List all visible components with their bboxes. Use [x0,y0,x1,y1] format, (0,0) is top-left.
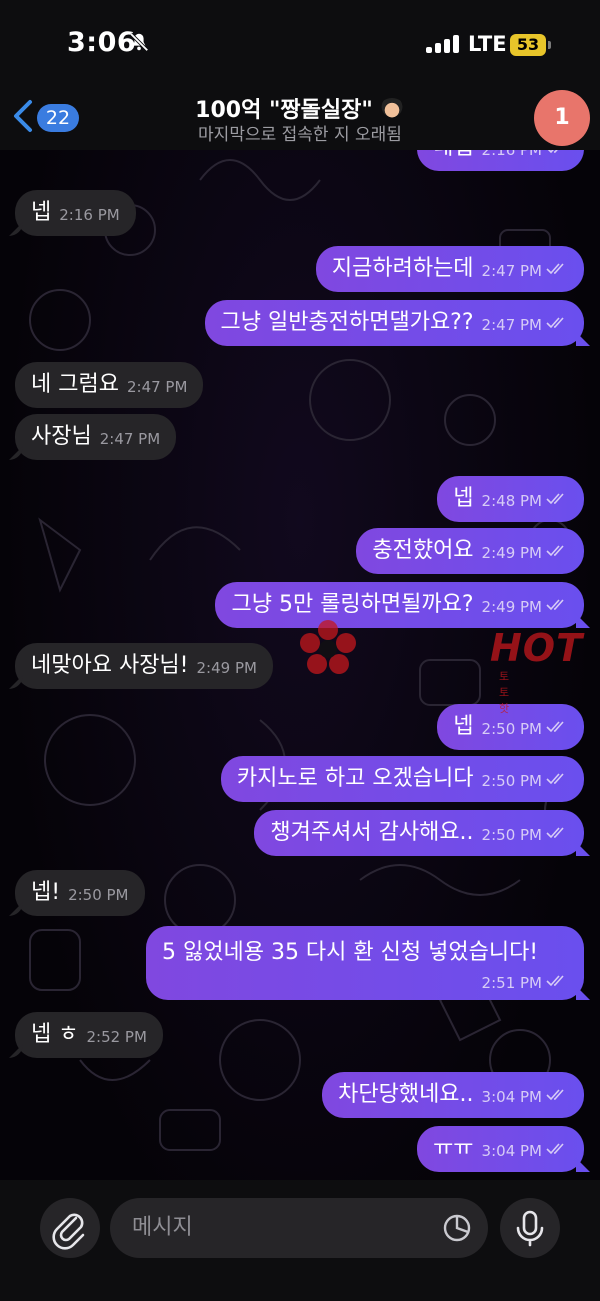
message-text: 충전햤어요 [372,538,474,563]
read-check-icon [547,150,558,154]
mute-icon [129,32,149,52]
message-text: 카지노로 하고 오겠습니다 [236,766,474,791]
read-check-icon [546,975,564,987]
watermark-sub: 토토핫 [499,670,510,715]
message-bubble-outgoing[interactable]: 5 잃었네용 35 다시 환 신청 넣었습니다! 2:51 PM [146,926,584,1000]
message-text: 그냥 일반충전하면댈가요?? [220,310,474,335]
message-bubble-incoming[interactable]: 네맞아요 사장님! 2:49 PM [15,643,273,689]
hot-watermark: HOT 토토핫 [296,616,582,715]
flower-logo-icon [300,620,356,674]
message-text: 넵 [453,714,474,739]
message-time: 2:47 PM [481,316,542,334]
message-bubble-outgoing[interactable]: 카지노로 하고 오겠습니다 2:50 PM [220,756,584,802]
avatar[interactable]: 1 [534,90,590,146]
message-text: 넵! [31,880,61,905]
message-bubble-outgoing[interactable]: 그냥 5만 롤링하면될까요? 2:49 PM [215,582,584,628]
message-text: 5 잃었네용 35 다시 환 신청 넣었습니다! [162,940,539,965]
message-text: 네맞아요 사장님! [31,653,189,678]
message-text: 넵 [453,486,474,511]
message-time: 2:48 PM [481,492,542,510]
message-bubble-outgoing[interactable]: 네넵 2:16 PM [417,150,584,171]
message-meta: 2:51 PM [162,968,568,993]
message-time: 3:04 PM [481,1142,542,1160]
message-text: 넵 ㅎ [31,1022,79,1047]
read-check-icon [546,317,564,329]
message-text: 사장님 [31,424,92,449]
status-bar: 3:06 LTE 53 [0,0,600,90]
message-bubble-incoming[interactable]: 넵 2:16 PM [15,190,136,236]
message-text: 지금하려하는데 [331,256,474,281]
read-check-icon [546,545,564,557]
message-bubble-outgoing[interactable]: 넵 2:50 PM [437,704,584,750]
message-text: 차단당했네요.. [338,1082,474,1107]
message-time: 2:52 PM [86,1028,147,1046]
read-check-icon [546,1089,564,1101]
message-time: 2:50 PM [68,886,129,904]
message-time: 2:49 PM [196,659,257,677]
message-time: 2:16 PM [59,206,120,224]
message-bubble-outgoing[interactable]: 차단당했네요.. 3:04 PM [322,1072,584,1118]
message-text: 챙겨주셔서 감사해요.. [270,820,474,845]
read-check-icon [546,827,564,839]
message-input-bar [0,1180,600,1301]
message-time: 3:04 PM [481,1088,542,1106]
attach-button[interactable] [40,1198,100,1258]
message-bubble-outgoing[interactable]: 충전햤어요 2:49 PM [356,528,584,574]
read-check-icon [546,263,564,275]
message-bubble-incoming[interactable]: 네 그럼요 2:47 PM [15,362,204,408]
battery-icon: 53 [510,34,546,56]
watermark-brand: HOT [490,626,584,670]
read-check-icon [546,773,564,785]
chat-header: 22 100억 "짱돌실장" 마지막으로 접속한 지 오래됨 1 [0,90,600,150]
message-text: 그냥 5만 롤링하면될까요? [231,592,474,617]
message-input[interactable] [110,1198,488,1258]
message-bubble-incoming[interactable]: 넵 ㅎ 2:52 PM [15,1012,163,1058]
message-bubble-incoming[interactable]: 사장님 2:47 PM [15,414,177,460]
message-text: 네넵 [433,150,473,160]
message-text: 네 그럼요 [31,372,119,397]
message-bubble-outgoing[interactable]: 넵 2:48 PM [437,476,584,522]
message-time: 2:49 PM [481,544,542,562]
message-time: 2:47 PM [481,262,542,280]
message-bubble-outgoing[interactable]: ㅠㅠ 3:04 PM [417,1126,584,1172]
message-time: 2:16 PM [481,150,542,159]
battery-nub [548,41,551,49]
message-time: 2:49 PM [481,598,542,616]
status-time: 3:06 [67,27,137,58]
message-time: 2:50 PM [481,826,542,844]
message-bubble-outgoing[interactable]: 그냥 일반충전하면댈가요?? 2:47 PM [204,300,584,346]
voice-record-button[interactable] [500,1198,560,1258]
message-text: ㅠㅠ [433,1136,474,1161]
read-check-icon [546,493,564,505]
message-bubble-outgoing[interactable]: 챙겨주셔서 감사해요.. 2:50 PM [254,810,584,856]
face-emoji-icon [378,98,405,120]
microphone-icon [516,1210,544,1247]
paperclip-icon [52,1213,85,1250]
read-check-icon [546,599,564,611]
message-time: 2:51 PM [481,974,542,992]
message-bubble-outgoing[interactable]: 지금하려하는데 2:47 PM [315,246,584,292]
read-check-icon [546,1143,564,1155]
read-check-icon [546,721,564,733]
message-time: 2:47 PM [126,378,188,396]
message-text: 넵 [31,200,52,225]
message-time: 2:47 PM [99,430,161,448]
signal-icon [426,35,462,53]
network-type: LTE [468,32,507,56]
message-bubble-incoming[interactable]: 넵! 2:50 PM [15,870,145,916]
last-seen-status: 마지막으로 접속한 지 오래됨 [198,125,402,145]
message-time: 2:50 PM [481,772,542,790]
sticker-icon[interactable] [442,1213,472,1243]
message-time: 2:50 PM [481,720,542,738]
